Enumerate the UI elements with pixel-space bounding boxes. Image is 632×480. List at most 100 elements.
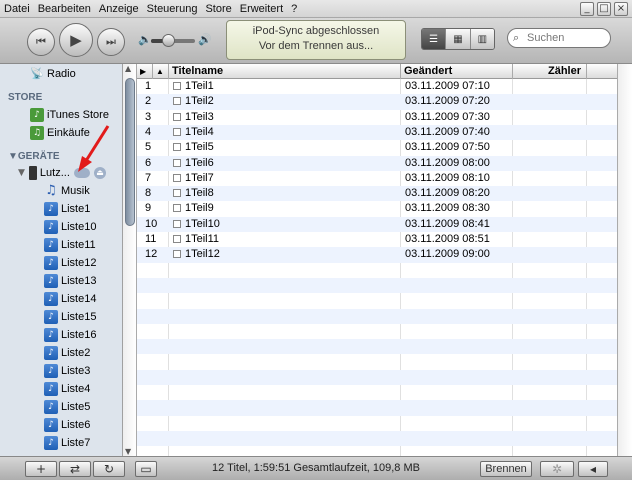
track-checkbox[interactable] (173, 173, 181, 182)
sidebar-item-playlist[interactable]: ♪ Liste6 (0, 416, 122, 434)
coverflow-view-button[interactable]: ▥ (470, 29, 494, 49)
sidebar-scrollbar[interactable]: ▲ ▼ (123, 64, 137, 456)
menu-anzeige[interactable]: Anzeige (95, 0, 143, 18)
table-row[interactable]: 6 1Teil6 03.11.2009 08:00 (137, 155, 617, 171)
table-row[interactable]: 11 1Teil11 03.11.2009 08:51 (137, 232, 617, 247)
table-row[interactable]: 4 1Teil4 03.11.2009 07:40 (137, 124, 617, 141)
track-changed: 03.11.2009 07:50 (405, 141, 490, 154)
table-row[interactable]: 1 1Teil1 03.11.2009 07:10 (137, 79, 617, 94)
list-view-button[interactable]: ☰ (422, 29, 447, 49)
table-row[interactable]: 10 1Teil10 03.11.2009 08:41 (137, 216, 617, 232)
menu-datei[interactable]: Datei (0, 0, 34, 18)
scroll-thumb[interactable] (125, 78, 135, 226)
track-number: 6 (145, 156, 152, 169)
empty-row (137, 339, 617, 355)
track-checkbox[interactable] (173, 127, 181, 136)
next-track-button[interactable]: ⏭ (97, 28, 125, 56)
track-checkbox[interactable] (173, 82, 181, 90)
burn-button[interactable]: Brennen (480, 461, 532, 477)
repeat-button[interactable]: ↻ (93, 461, 125, 477)
sidebar-item-playlist[interactable]: ♪ Liste14 (0, 290, 122, 308)
sidebar-item-playlist[interactable]: ♪ Liste11 (0, 236, 122, 254)
sidebar-item-playlist[interactable]: ♪ Liste7 (0, 434, 122, 452)
track-checkbox[interactable] (173, 143, 181, 152)
menu-erweitert[interactable]: Erweitert (236, 0, 287, 18)
sidebar-item-playlist[interactable]: ♪ Liste4 (0, 380, 122, 398)
menu-help[interactable]: ? (287, 0, 301, 18)
track-name: 1Teil12 (185, 248, 220, 261)
table-row[interactable]: 8 1Teil8 03.11.2009 08:20 (137, 186, 617, 202)
track-name: 1Teil9 (185, 202, 214, 215)
search-input[interactable] (527, 32, 607, 44)
sidebar-item-itunes-store[interactable]: ♪ iTunes Store (0, 106, 122, 124)
sidebar-item-playlist[interactable]: ♪ Liste3 (0, 362, 122, 380)
sidebar-item-label: Liste7 (61, 437, 91, 449)
play-button[interactable]: ▶ (59, 23, 93, 57)
sidebar-item-playlist[interactable]: ♪ Liste16 (0, 326, 122, 344)
search-icon: ⌕ (513, 31, 520, 44)
sidebar-item-playlist[interactable]: ♪ Liste1 (0, 200, 122, 218)
sidebar-item-playlist[interactable]: ♪ Liste13 (0, 272, 122, 290)
sidebar-item-label: Liste5 (61, 401, 91, 413)
track-name: 1Teil7 (185, 171, 214, 184)
sidebar-item-label: Liste12 (61, 257, 97, 269)
track-checkbox[interactable] (173, 97, 181, 106)
list-scrollbar[interactable] (617, 64, 632, 456)
track-checkbox[interactable] (173, 158, 181, 167)
table-row[interactable]: 3 1Teil3 03.11.2009 07:30 (137, 110, 617, 125)
shuffle-button[interactable]: ⇄ (59, 461, 91, 477)
close-button[interactable]: × (614, 2, 628, 16)
devices-heading-label: GERÄTE (17, 151, 60, 162)
collapse-triangle-icon[interactable]: ▼ (8, 151, 18, 162)
track-checkbox[interactable] (173, 204, 181, 213)
sidebar-item-label: Liste2 (61, 347, 91, 359)
track-checkbox[interactable] (173, 219, 181, 228)
empty-row (137, 385, 617, 400)
sidebar-item-playlist[interactable]: ♪ Liste12 (0, 254, 122, 272)
table-row[interactable]: 7 1Teil7 03.11.2009 08:10 (137, 171, 617, 186)
table-row[interactable]: 12 1Teil12 03.11.2009 09:00 (137, 247, 617, 263)
sidebar-item-playlist[interactable]: ♪ Liste10 (0, 218, 122, 236)
sidebar-item-radio[interactable]: 📡 Radio (0, 65, 122, 83)
empty-row (137, 354, 617, 369)
menu-steuerung[interactable]: Steuerung (143, 0, 202, 18)
count-column-header[interactable]: Zähler (513, 64, 587, 79)
sort-column-header[interactable]: ▲ (153, 64, 169, 79)
track-checkbox[interactable] (173, 250, 181, 259)
maximize-button[interactable]: □ (597, 2, 611, 16)
table-row[interactable]: 5 1Teil5 03.11.2009 07:50 (137, 140, 617, 155)
devices-heading: ▼GERÄTE (8, 151, 60, 162)
play-column-header[interactable]: ▶ (137, 64, 153, 79)
track-checkbox[interactable] (173, 112, 181, 121)
device-expand-icon[interactable]: ▼ (18, 168, 25, 178)
track-checkbox[interactable] (173, 189, 181, 198)
add-playlist-button[interactable]: + (25, 461, 57, 477)
volume-knob[interactable] (162, 34, 175, 47)
changed-column-header[interactable]: Geändert (401, 64, 513, 79)
table-row[interactable]: 9 1Teil9 03.11.2009 08:30 (137, 201, 617, 216)
play-icon: ▶ (70, 31, 82, 49)
status-line-2: Vor dem Trennen aus... (258, 40, 374, 52)
name-column-header[interactable]: Titelname (169, 64, 401, 79)
scroll-up-icon[interactable]: ▲ (125, 64, 131, 73)
table-row[interactable]: 2 1Teil2 03.11.2009 07:20 (137, 94, 617, 110)
scroll-down-icon[interactable]: ▼ (125, 447, 131, 456)
sidebar-item-playlist[interactable]: ♪ Liste5 (0, 398, 122, 416)
track-number: 11 (145, 233, 157, 245)
track-name-cell: 1Teil2 (173, 94, 214, 109)
sidebar-item-playlist[interactable]: ♪ Liste15 (0, 308, 122, 326)
menu-store[interactable]: Store (201, 0, 235, 18)
sidebar-item-label: Musik (61, 185, 90, 197)
minimize-button[interactable]: _ (580, 2, 594, 16)
track-checkbox[interactable] (173, 235, 181, 243)
grid-view-button[interactable]: ▦ (446, 29, 471, 49)
artwork-button[interactable]: ▭ (135, 461, 157, 477)
visualizer-button[interactable]: ✲ (540, 461, 574, 477)
toggle-browser-button[interactable]: ◂ (578, 461, 608, 477)
sidebar-item-music[interactable]: ♫ Musik (0, 182, 122, 200)
menu-bearbeiten[interactable]: Bearbeiten (34, 0, 95, 18)
track-list: ▶ ▲ Titelname Geändert Zähler 1 1Teil1 03.… (137, 64, 617, 456)
previous-track-button[interactable]: ⏮ (27, 28, 55, 56)
search-box[interactable]: ⌕ (507, 28, 611, 48)
sidebar-item-playlist[interactable]: ♪ Liste2 (0, 344, 122, 362)
